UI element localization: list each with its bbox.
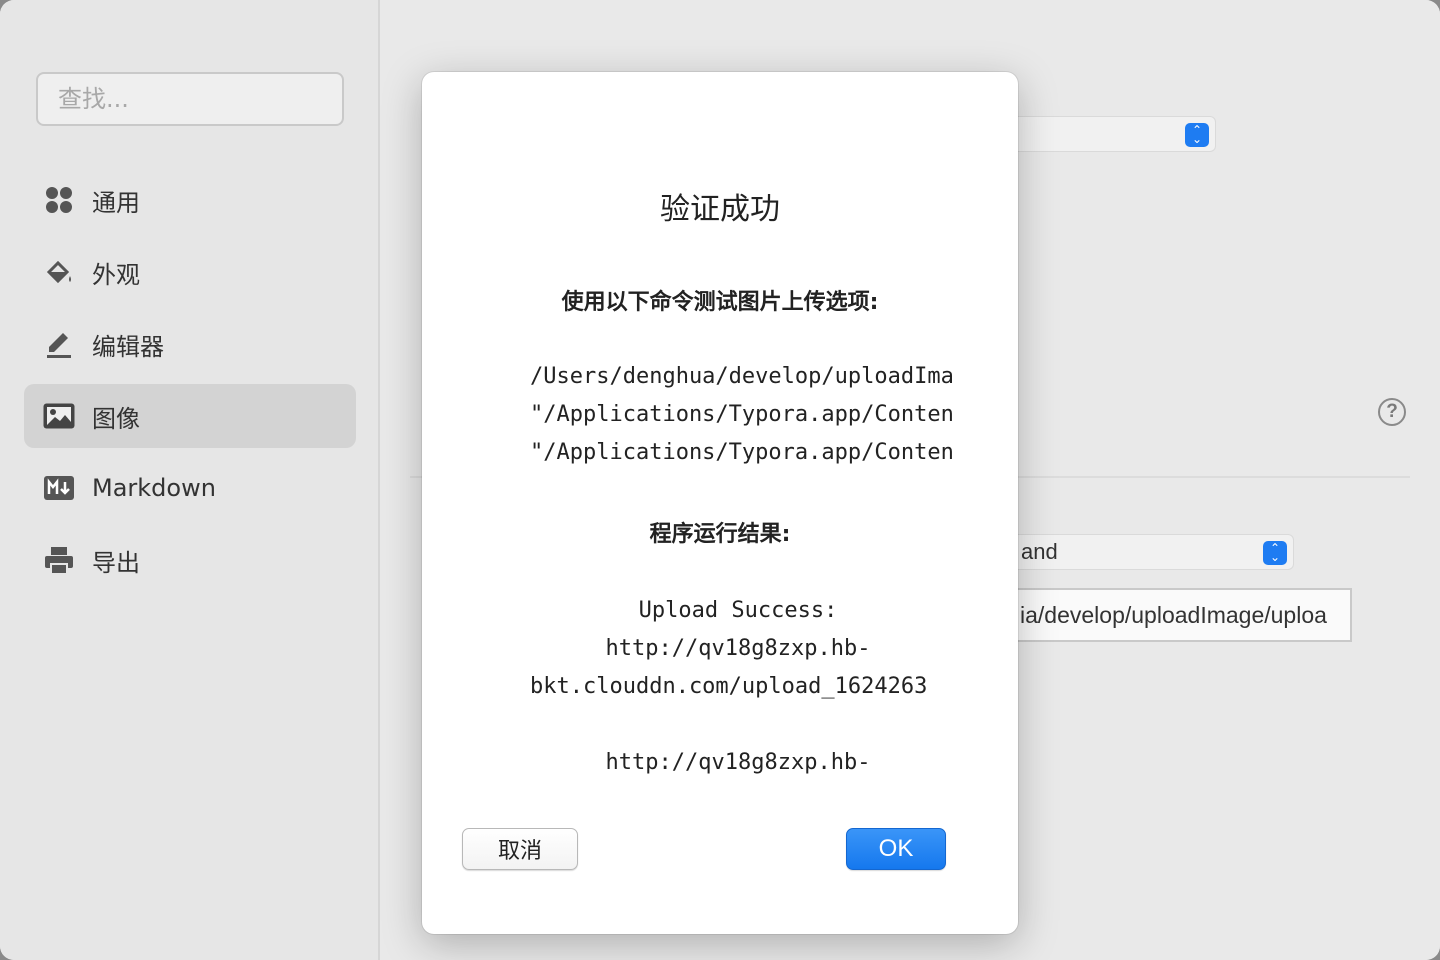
- preferences-window: 通用 外观 编辑器 图像: [0, 0, 1440, 960]
- sidebar-item-label: 通用: [92, 188, 140, 217]
- chevron-updown-icon: ⌃ ⌄: [1263, 541, 1287, 565]
- markdown-icon: [42, 471, 76, 505]
- sidebar-item-markdown[interactable]: Markdown: [24, 456, 356, 520]
- search-input[interactable]: [38, 74, 342, 124]
- uploader-select[interactable]: and ⌃ ⌄: [1010, 534, 1294, 570]
- pencil-icon: [42, 327, 76, 361]
- help-button[interactable]: ?: [1378, 398, 1406, 426]
- question-mark-icon: ?: [1386, 401, 1398, 422]
- dialog-title: 验证成功: [660, 192, 780, 227]
- result-line: http://qv18g8zxp.hb-: [605, 750, 871, 775]
- result-line: bkt.clouddn.com/upload_1624263: [530, 674, 928, 699]
- sidebar-item-appearance[interactable]: 外观: [24, 240, 356, 304]
- ok-button[interactable]: OK: [846, 828, 946, 870]
- command-line: /Users/denghua/develop/uploadImage/uploa…: [530, 364, 954, 389]
- sidebar-item-label: Markdown: [92, 474, 216, 502]
- result-line: Upload Success:: [638, 598, 838, 623]
- sidebar-item-label: 导出: [92, 548, 140, 577]
- sidebar-item-general[interactable]: 通用: [24, 168, 356, 232]
- grid-icon: [42, 183, 76, 217]
- cancel-button[interactable]: 取消: [462, 828, 578, 870]
- chevron-updown-icon: ⌃ ⌄: [1185, 123, 1209, 147]
- sidebar-item-label: 编辑器: [92, 332, 164, 361]
- sidebar-nav: 通用 外观 编辑器 图像 Markdown 导出: [24, 168, 356, 600]
- result-line: [522, 706, 954, 744]
- sidebar-item-export[interactable]: 导出: [24, 528, 356, 592]
- verification-dialog: 验证成功 使用以下命令测试图片上传选项: /Users/denghua/deve…: [422, 72, 1018, 934]
- result-text: Upload Success: http://qv18g8zxp.hb- bkt…: [522, 592, 954, 782]
- command-line: "/Applications/Typora.app/Contents/Resou…: [530, 402, 954, 427]
- image-insert-select[interactable]: ⌃ ⌄: [1010, 116, 1216, 152]
- sidebar-item-label: 图像: [92, 404, 140, 433]
- command-line: "/Applications/Typora.app/Contents/Resou…: [530, 440, 954, 465]
- command-path-input[interactable]: ia/develop/uploadImage/uploa: [1010, 588, 1352, 642]
- result-label: 程序运行结果:: [649, 522, 791, 547]
- paint-bucket-icon: [42, 255, 76, 289]
- search-field[interactable]: [36, 72, 344, 126]
- uploader-select-value: and: [1021, 539, 1058, 564]
- command-path-value: ia/develop/uploadImage/uploa: [1020, 602, 1327, 628]
- result-line: http://qv18g8zxp.hb-: [605, 636, 871, 661]
- command-text: /Users/denghua/develop/uploadImage/uploa…: [530, 358, 954, 472]
- image-icon: [42, 399, 76, 433]
- sidebar: 通用 外观 编辑器 图像: [0, 0, 380, 960]
- sidebar-item-image[interactable]: 图像: [24, 384, 356, 448]
- printer-icon: [42, 543, 76, 577]
- dialog-subtitle: 使用以下命令测试图片上传选项:: [561, 290, 879, 315]
- sidebar-item-label: 外观: [92, 260, 140, 289]
- sidebar-item-editor[interactable]: 编辑器: [24, 312, 356, 376]
